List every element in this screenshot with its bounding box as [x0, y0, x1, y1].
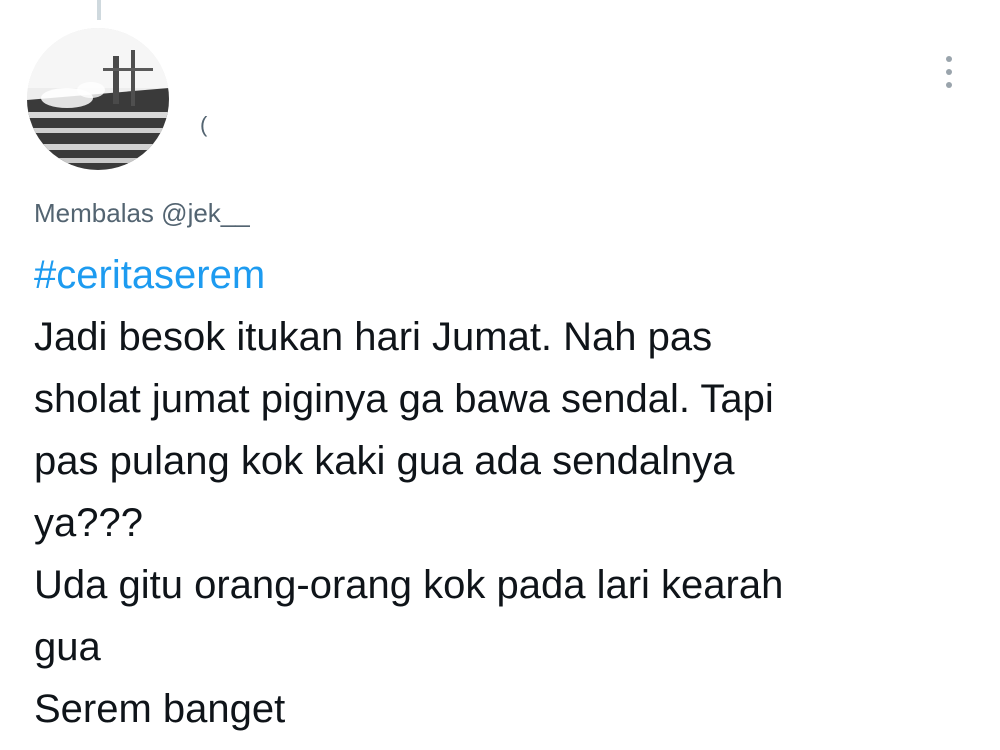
tweet-text: #ceritaserem Jadi besok itukan hari Juma…: [34, 244, 974, 740]
reply-prefix: Membalas: [34, 198, 154, 228]
tweet-text-line: Jadi besok itukan hari Jumat. Nah pas: [34, 315, 713, 359]
more-dot: [946, 56, 952, 62]
tweet-card: ( Membalas @jek__ #ceritaserem Jadi beso…: [0, 0, 1000, 750]
tweet-text-line: ya???: [34, 501, 143, 545]
reply-context: Membalas @jek__: [34, 198, 250, 229]
reply-handle-link[interactable]: @jek__: [161, 198, 250, 228]
tweet-text-line: Serem banget: [34, 687, 286, 731]
tweet-text-line: gua: [34, 625, 101, 669]
hashtag-link[interactable]: #ceritaserem: [34, 244, 974, 306]
tweet-text-line: sholat jumat piginya ga bawa sendal. Tap…: [34, 377, 774, 421]
tweet-text-line: pas pulang kok kaki gua ada sendalnya: [34, 439, 735, 483]
author-name[interactable]: (: [200, 112, 207, 138]
more-vertical-icon[interactable]: [938, 52, 960, 92]
more-dot: [946, 69, 952, 75]
avatar[interactable]: [27, 28, 169, 170]
tweet-text-line: Uda gitu orang-orang kok pada lari keara…: [34, 563, 784, 607]
avatar-photo: [27, 28, 169, 170]
thread-connector-line: [97, 0, 101, 20]
more-dot: [946, 82, 952, 88]
